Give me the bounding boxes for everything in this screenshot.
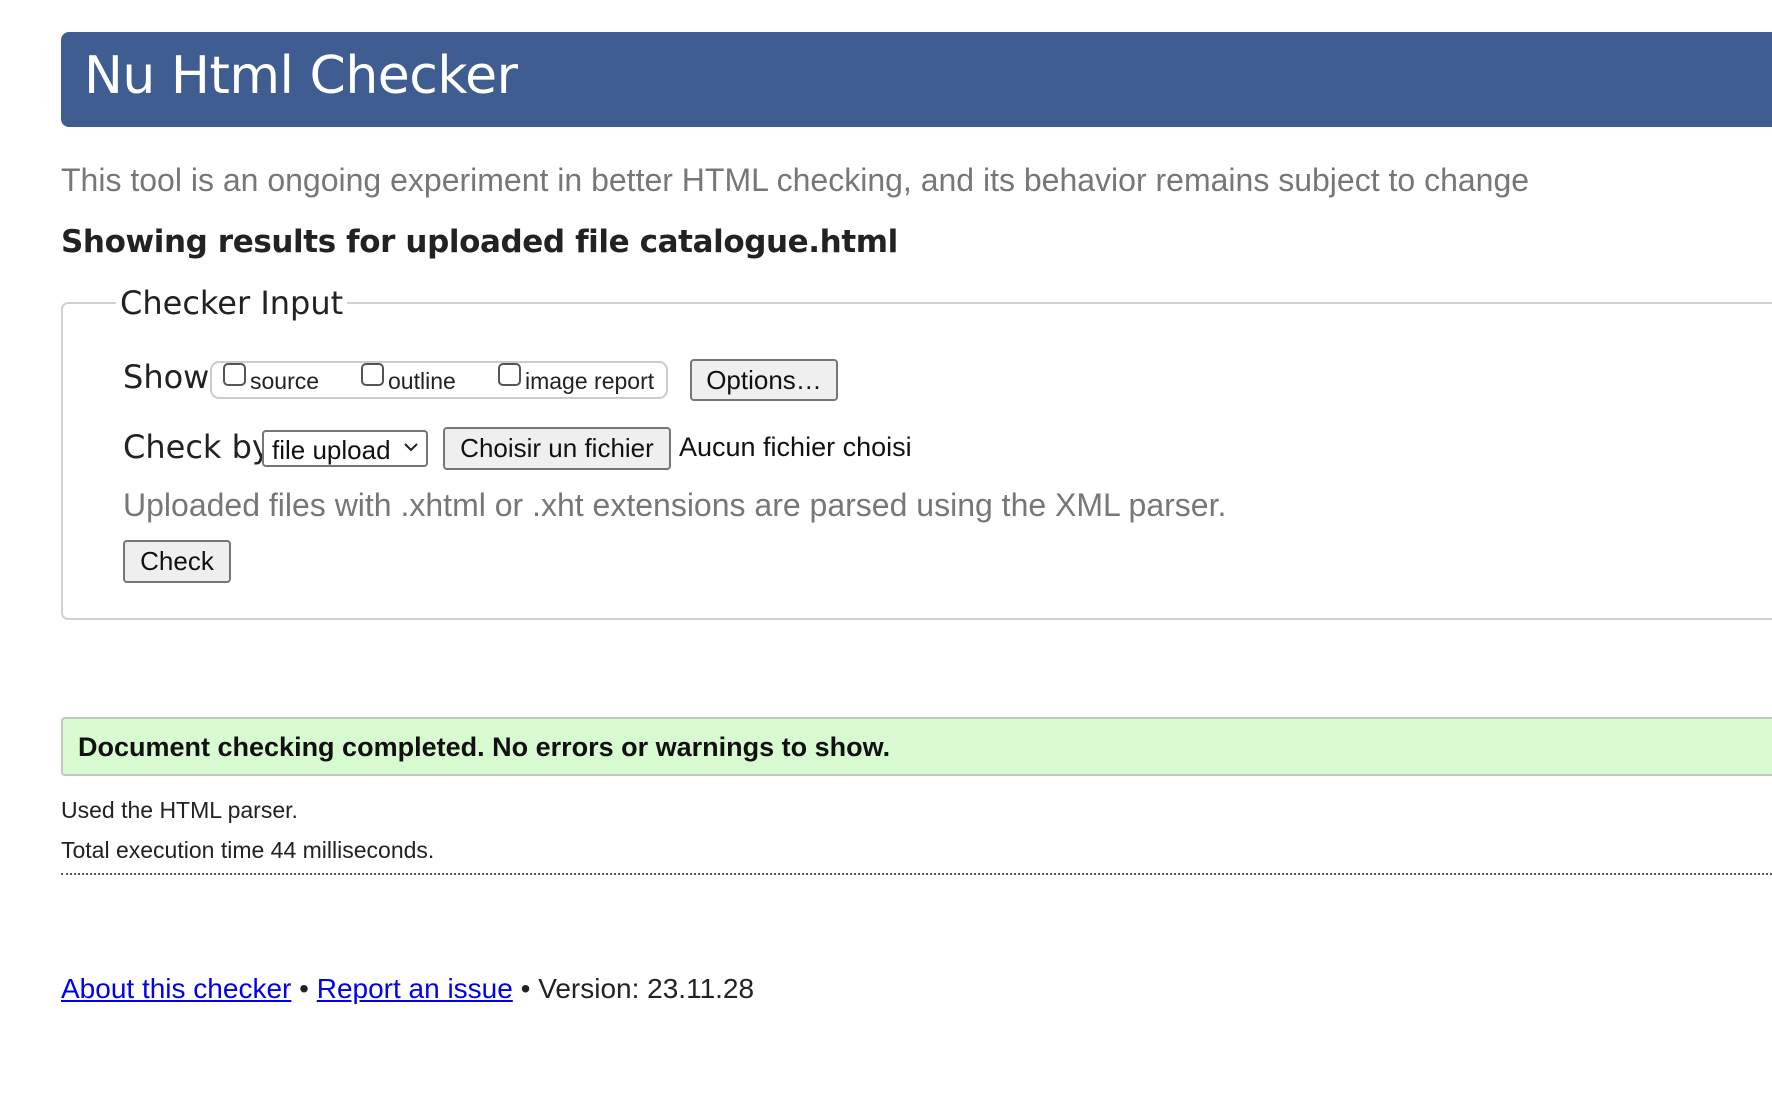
results-heading: Showing results for uploaded file catalo… [61,224,898,260]
options-button[interactable]: Options… [690,359,838,401]
footer-separator: • [299,973,309,1004]
page-title: Nu Html Checker [84,46,518,106]
check-by-select-value: file upload [272,435,391,465]
xml-parser-note: Uploaded files with .xhtml or .xht exten… [123,487,1227,523]
version-label: Version: 23.11.28 [538,973,755,1004]
footer: About this checker • Report an issue • V… [61,973,754,1005]
parser-info: Used the HTML parser. [61,797,298,823]
report-issue-link[interactable]: Report an issue [317,973,513,1004]
image-report-checkbox[interactable] [498,363,521,386]
intro-text: This tool is an ongoing experiment in be… [61,162,1530,198]
chevron-down-icon [404,443,418,452]
check-by-select[interactable]: file upload [262,430,428,467]
about-checker-link[interactable]: About this checker [61,973,291,1004]
source-checkbox[interactable] [223,363,246,386]
footer-separator: • [520,973,531,1004]
page: Nu Html Checker This tool is an ongoing … [0,0,1772,1106]
outline-checkbox[interactable] [361,363,384,386]
success-message-box: Document checking completed. No errors o… [61,717,1772,776]
show-options-group: source outline image report [210,361,668,399]
file-status: Aucun fichier choisi [679,432,912,462]
image-report-checkbox-label[interactable]: image report [525,368,654,395]
outline-checkbox-label[interactable]: outline [388,368,456,395]
checker-input-legend: Checker Input [116,284,348,322]
divider [61,873,1772,875]
source-checkbox-label[interactable]: source [250,368,319,395]
check-button[interactable]: Check [123,540,231,583]
show-label: Show [123,358,210,396]
check-by-label: Check by [123,428,271,466]
success-message: Document checking completed. No errors o… [78,732,891,762]
execution-time: Total execution time 44 milliseconds. [61,837,435,863]
header-banner: Nu Html Checker [61,32,1772,127]
choose-file-button[interactable]: Choisir un fichier [443,427,671,470]
